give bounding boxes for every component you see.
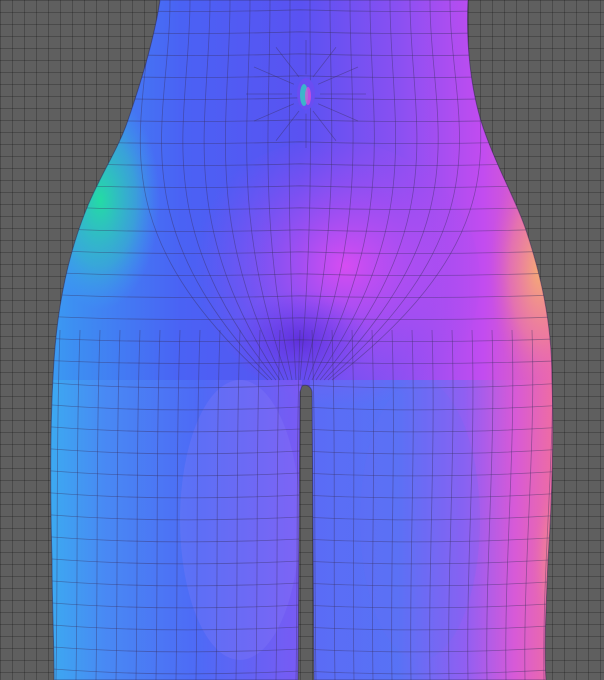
left-waist-shading [50, 90, 160, 310]
right-thigh-shading [530, 470, 553, 650]
right-hip-shading [490, 150, 553, 390]
navel [297, 78, 315, 110]
viewport-canvas[interactable] [0, 0, 604, 680]
3d-viewport[interactable] [0, 0, 604, 680]
